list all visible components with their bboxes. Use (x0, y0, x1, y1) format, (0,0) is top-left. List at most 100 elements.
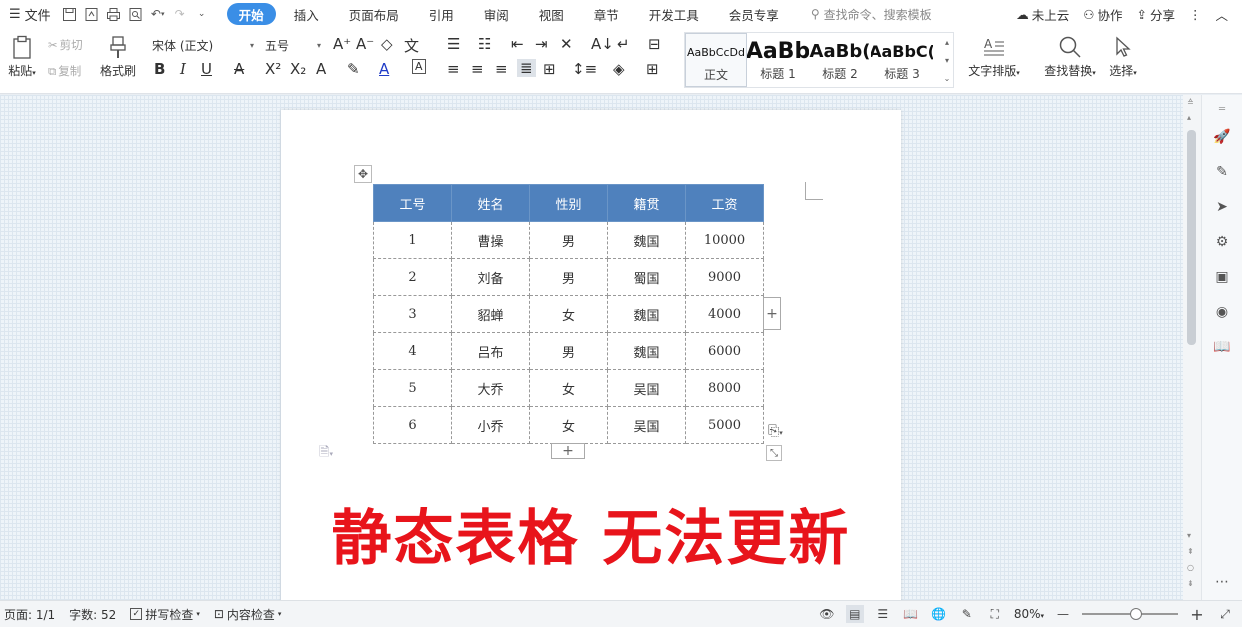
tab-stops-icon[interactable]: ⊟ (648, 35, 661, 53)
scrollbar-thumb[interactable] (1187, 130, 1196, 345)
data-table[interactable]: 工号 姓名 性别 籍贯 工资 1 曹操 男 魏国 10000 2 刘备 男 蜀国… (373, 184, 764, 444)
borders-icon[interactable]: ⊞ (646, 60, 659, 78)
table-cell[interactable]: 3 (373, 295, 452, 333)
align-right-icon[interactable]: ≡ (495, 60, 508, 78)
scroll-top-icon[interactable]: ≙ (1187, 98, 1194, 107)
eye-icon[interactable]: 👁 (818, 605, 836, 623)
chevron-down-icon[interactable]: ▾ (945, 56, 949, 65)
table-cell[interactable]: 魏国 (607, 295, 686, 333)
redo-icon[interactable]: ↷ (169, 3, 191, 25)
strikethrough-icon[interactable]: A (234, 60, 244, 78)
rocket-icon[interactable]: 🚀 (1212, 127, 1232, 147)
zoom-slider[interactable] (1082, 608, 1178, 620)
table-cell[interactable]: 10000 (685, 221, 764, 259)
table-cell[interactable]: 小乔 (451, 406, 530, 444)
image-icon[interactable]: ▣ (1212, 267, 1232, 287)
highlight-icon[interactable]: ✎ (347, 60, 360, 78)
zoom-slider-knob[interactable] (1130, 608, 1142, 620)
increase-indent-icon[interactable]: ⇥ (535, 35, 548, 53)
table-resize-handle-icon[interactable]: ⤡ (766, 445, 782, 461)
tab-page-layout[interactable]: 页面布局 (337, 3, 411, 25)
shading-icon[interactable]: ◈ (613, 60, 625, 78)
tab-references[interactable]: 引用 (417, 3, 466, 25)
zoom-out-icon[interactable]: — (1054, 605, 1072, 623)
cloud-status-button[interactable]: ☁ 未上云 (1016, 5, 1069, 24)
table-cell[interactable]: 女 (529, 369, 608, 407)
scroll-up-icon[interactable]: ▴ (1187, 113, 1191, 122)
page-indicator[interactable]: 页面: 1/1 (4, 606, 55, 623)
table-cell[interactable]: 8000 (685, 369, 764, 407)
select-browse-icon[interactable]: ○ (1187, 563, 1194, 572)
style-heading-1[interactable]: AaBb 标题 1 (747, 33, 809, 87)
bold-icon[interactable]: B (154, 60, 165, 78)
find-replace-button[interactable]: 查找替换▾ (1041, 32, 1099, 79)
font-color-icon[interactable]: A (379, 60, 389, 78)
word-count[interactable]: 字数: 52 (69, 606, 116, 623)
pen-icon[interactable]: ✎ (1212, 162, 1232, 182)
table-cell[interactable]: 2 (373, 258, 452, 296)
style-heading-2[interactable]: AaBb( 标题 2 (809, 33, 871, 87)
table-cell[interactable]: 4 (373, 332, 452, 370)
zoom-level[interactable]: 80%▾ (1014, 607, 1044, 621)
table-cell[interactable]: 4000 (685, 295, 764, 333)
zoom-in-icon[interactable]: + (1188, 605, 1206, 624)
tab-member[interactable]: 会员专享 (717, 3, 791, 25)
table-header-cell[interactable]: 工号 (373, 184, 452, 222)
table-cell[interactable]: 吴国 (607, 406, 686, 444)
outline-view-icon[interactable]: ☰ (874, 605, 892, 623)
vertical-scrollbar[interactable]: ≙ ▴ ▾ ⇞ ○ ⇟ (1183, 95, 1201, 600)
justify-icon[interactable]: ≣ (517, 59, 536, 77)
select-button[interactable]: 选择▾ (1104, 32, 1142, 79)
tab-sections[interactable]: 章节 (582, 3, 631, 25)
table-cell[interactable]: 6 (373, 406, 452, 444)
cut-button[interactable]: ✂ 剪切 (48, 37, 83, 53)
table-cell[interactable]: 男 (529, 332, 608, 370)
superscript-icon[interactable]: X² (265, 60, 281, 78)
decrease-indent-icon[interactable]: ⇤ (511, 35, 524, 53)
content-check-toggle[interactable]: ⊡ 内容检查 ▾ (214, 606, 282, 623)
char-border-icon[interactable]: A (412, 59, 426, 74)
font-size-select[interactable]: 五号 ▾ (260, 35, 326, 55)
tab-insert[interactable]: 插入 (282, 3, 331, 25)
table-cell[interactable]: 貂蝉 (451, 295, 530, 333)
align-center-icon[interactable]: ≡ (471, 60, 484, 78)
format-painter-button[interactable]: 格式刷 (98, 32, 138, 79)
fit-page-icon[interactable]: ⛶ (986, 605, 1004, 623)
prev-page-icon[interactable]: ⇞ (1187, 547, 1194, 556)
table-cell[interactable]: 男 (529, 258, 608, 296)
page-view-icon[interactable]: ▤ (845, 605, 864, 623)
style-heading-3[interactable]: AaBbC( 标题 3 (871, 33, 933, 87)
table-cell[interactable]: 曹操 (451, 221, 530, 259)
increase-font-icon[interactable]: A⁺ (333, 35, 351, 53)
paste-button[interactable]: 粘贴▾ (5, 32, 39, 79)
show-marks-icon[interactable]: ↵ (617, 35, 630, 53)
export-pdf-icon[interactable] (81, 3, 103, 25)
share-button[interactable]: ⇪ 分享 (1136, 5, 1175, 24)
paragraph-layout-icon[interactable]: 🗎▾ (319, 443, 333, 465)
italic-icon[interactable]: I (180, 60, 186, 78)
write-view-icon[interactable]: ✎ (958, 605, 976, 623)
print-icon[interactable] (103, 3, 125, 25)
more-dots-icon[interactable]: ⋯ (1212, 572, 1232, 592)
next-page-icon[interactable]: ⇟ (1187, 579, 1194, 588)
table-cell[interactable]: 女 (529, 406, 608, 444)
tab-review[interactable]: 审阅 (472, 3, 521, 25)
add-row-button[interactable]: + (551, 443, 585, 459)
phonetic-guide-icon[interactable]: 文 (404, 35, 419, 56)
add-column-button[interactable]: + (763, 297, 781, 330)
text-layout-button[interactable]: A 文字排版▾ (965, 32, 1023, 79)
file-menu[interactable]: ☰ 文件 (0, 0, 59, 28)
quick-access-dropdown-icon[interactable]: ⌄ (191, 3, 213, 25)
text-direction-icon[interactable]: A↓ (591, 35, 614, 53)
table-cell[interactable]: 6000 (685, 332, 764, 370)
font-family-select[interactable]: 宋体 (正文) ▾ (147, 35, 259, 55)
table-cell[interactable]: 1 (373, 221, 452, 259)
table-header-cell[interactable]: 籍贯 (607, 184, 686, 222)
sliders-icon[interactable]: ⚙ (1212, 232, 1232, 252)
paste-options-icon[interactable]: ⎘▾ (768, 423, 783, 439)
table-cell[interactable]: 魏国 (607, 332, 686, 370)
chinese-layout-icon[interactable]: ✕ (560, 35, 573, 53)
table-cell[interactable]: 魏国 (607, 221, 686, 259)
table-cell[interactable]: 男 (529, 221, 608, 259)
styles-scroll[interactable]: ▴ ▾ ⌄ (941, 33, 953, 87)
